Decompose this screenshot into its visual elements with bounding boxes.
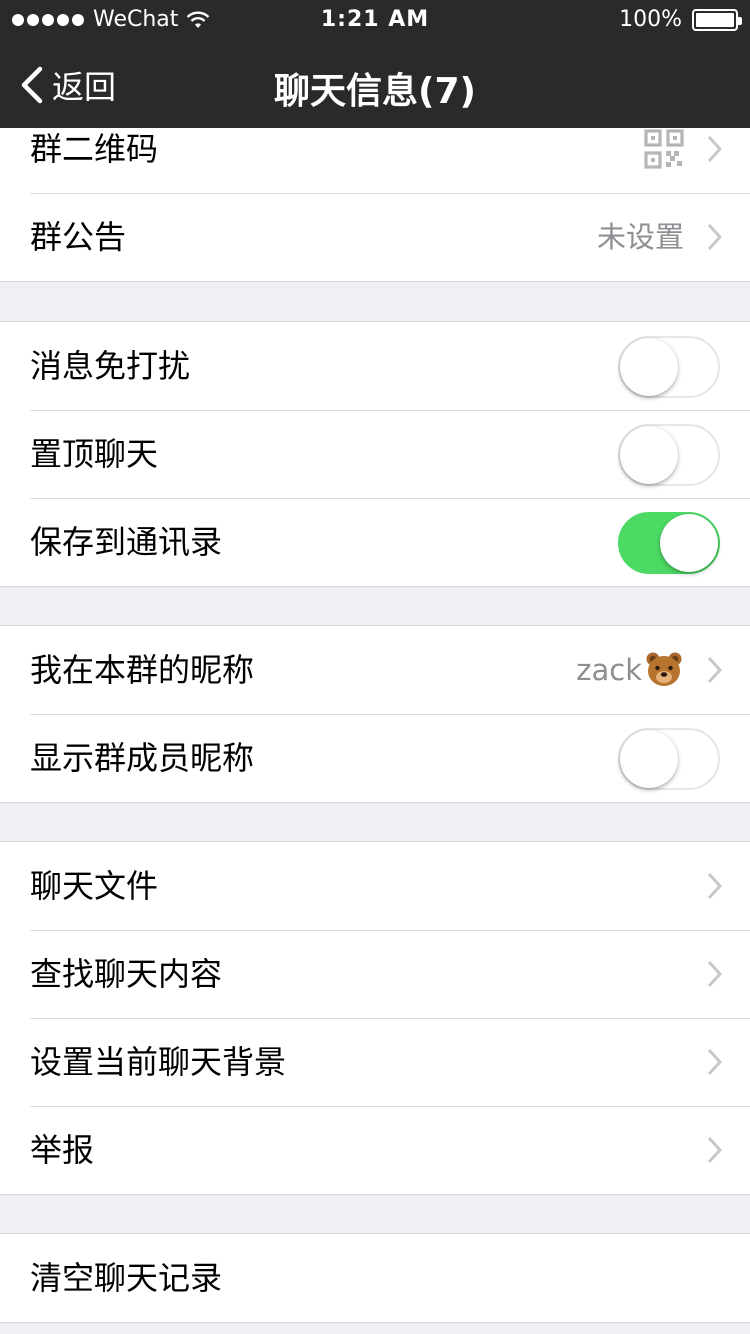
row-group-notice[interactable]: 群公告 未设置: [0, 193, 750, 281]
row-report[interactable]: 举报: [0, 1106, 750, 1194]
row-label: 举报: [30, 1131, 95, 1169]
nickname-text: zack: [576, 653, 642, 687]
group-nickname: 我在本群的昵称 zack 显示群成员昵称: [0, 625, 750, 803]
top-bar: WeChat 1:21 AM 100% 返回 聊天信息(7): [0, 0, 750, 128]
row-save-to-contacts: 保存到通讯录: [0, 498, 750, 586]
row-label: 清空聊天记录: [30, 1259, 223, 1297]
row-label: 群公告: [30, 218, 127, 256]
toggle-knob: [620, 730, 678, 788]
toggle-knob: [660, 514, 718, 572]
show-nicknames-toggle[interactable]: [618, 728, 720, 790]
chevron-right-icon: [707, 872, 722, 900]
row-label: 设置当前聊天背景: [30, 1043, 287, 1081]
row-search-chat-content[interactable]: 查找聊天内容: [0, 930, 750, 1018]
chevron-right-icon: [707, 1136, 722, 1164]
mute-toggle[interactable]: [618, 336, 720, 398]
battery-percent: 100%: [619, 7, 682, 32]
row-label: 聊天文件: [30, 867, 159, 905]
row-set-chat-background[interactable]: 设置当前聊天背景: [0, 1018, 750, 1106]
group-toggles: 消息免打扰 置顶聊天 保存到通讯录: [0, 321, 750, 587]
qr-code-icon: [644, 129, 684, 169]
page-title: 聊天信息(7): [274, 71, 476, 112]
notice-value: 未设置: [596, 220, 684, 254]
chat-info-screen: WeChat 1:21 AM 100% 返回 聊天信息(7) 群二维码 群公告 …: [0, 0, 750, 1334]
row-my-group-nickname[interactable]: 我在本群的昵称 zack: [0, 626, 750, 714]
status-right: 100%: [619, 7, 742, 32]
group-chat-tools: 聊天文件 查找聊天内容 设置当前聊天背景 举报: [0, 841, 750, 1195]
row-label: 显示群成员昵称: [30, 739, 255, 777]
group-clear-history: 清空聊天记录: [0, 1233, 750, 1323]
battery-icon: [692, 8, 742, 31]
row-chat-files[interactable]: 聊天文件: [0, 842, 750, 930]
nickname-value: zack: [576, 626, 684, 714]
chevron-right-icon: [707, 960, 722, 988]
status-bar: WeChat 1:21 AM 100%: [0, 0, 750, 40]
toggle-knob: [620, 338, 678, 396]
row-label: 置顶聊天: [30, 435, 159, 473]
row-pin-chat: 置顶聊天: [0, 410, 750, 498]
toggle-knob: [620, 426, 678, 484]
chevron-right-icon: [707, 223, 722, 251]
row-show-member-nicknames: 显示群成员昵称: [0, 714, 750, 802]
pin-chat-toggle[interactable]: [618, 424, 720, 486]
row-label: 保存到通讯录: [30, 523, 223, 561]
row-label: 我在本群的昵称: [30, 651, 255, 689]
navigation-bar: 返回 聊天信息(7): [0, 40, 750, 128]
save-to-contacts-toggle[interactable]: [618, 512, 720, 574]
chevron-right-icon: [707, 656, 722, 684]
row-label: 消息免打扰: [30, 347, 191, 385]
row-clear-chat-history[interactable]: 清空聊天记录: [0, 1234, 750, 1322]
chevron-right-icon: [707, 1048, 722, 1076]
row-label: 查找聊天内容: [30, 955, 223, 993]
bear-face-emoji-icon: [646, 652, 682, 686]
group-qr-notice: 群二维码 群公告 未设置: [0, 104, 750, 282]
row-mute-notifications: 消息免打扰: [0, 322, 750, 410]
chevron-right-icon: [707, 135, 722, 163]
